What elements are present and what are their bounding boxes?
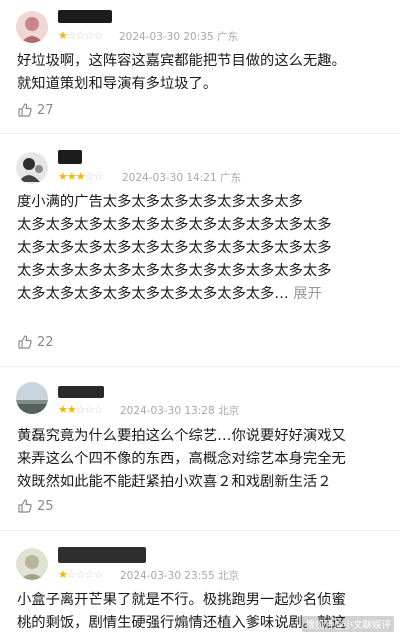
review-text: 黄磊究竟为什么要拍这么个综艺…你说要好好演戏又 来弄这么个四不像的东西，高概念对… (17, 425, 385, 494)
star-empty-icon: ☆ (66, 29, 77, 42)
star-rating: ★★☆☆☆ (58, 403, 104, 416)
review-date: 2024-03-30 14:21 (122, 172, 217, 184)
star-filled-icon: ★ (58, 403, 68, 416)
star-empty-icon: ☆ (93, 29, 104, 42)
avatar[interactable] (16, 152, 48, 184)
review-line: 太多太多太多太多太多太多太多太多太多太多太多 (17, 240, 332, 256)
star-empty-icon: ☆ (75, 403, 86, 416)
review-date: 2024-03-30 23:55 (120, 570, 215, 582)
expand-link[interactable]: 展开 (293, 286, 322, 302)
star-empty-icon: ☆ (84, 29, 95, 42)
star-empty-icon: ☆ (75, 568, 86, 581)
review-text: 好垃圾啊，这阵容这嘉宾都能把节目做的这么无趣。 就知道策划和导演有多垃圾了。 (17, 50, 385, 96)
review-meta: 2024-03-30 23:55 北京 (120, 570, 239, 582)
review-location: 北京 (217, 405, 239, 417)
review-location: 广东 (219, 172, 241, 184)
review-line: 好垃圾啊，这阵容这嘉宾都能把节目做的这么无趣。 (17, 53, 346, 69)
like-count: 27 (37, 102, 54, 118)
divider (0, 530, 400, 531)
star-empty-icon: ☆ (66, 568, 77, 581)
review-line: 就知道策划和导演有多垃圾了。 (17, 76, 218, 92)
avatar-image (16, 11, 48, 43)
review-date: 2024-03-30 20:35 (119, 31, 214, 43)
like-button[interactable]: 27 (17, 101, 54, 119)
watermark: 搜狐号@小文聊娱评 (302, 616, 394, 632)
star-rating-value: ★☆☆☆☆ (58, 568, 104, 581)
star-empty-icon: ☆ (84, 568, 95, 581)
review-line: 效既然如此能不能赶紧拍小欢喜２和戏剧新生活２ (17, 474, 332, 490)
thumbs-up-icon (18, 103, 32, 117)
star-filled-icon: ★ (58, 568, 68, 581)
review-date: 2024-03-30 13:28 (120, 405, 215, 417)
username-redacted (58, 10, 112, 23)
star-rating: ★★★☆☆ (58, 170, 104, 183)
like-button[interactable]: 25 (17, 497, 54, 515)
divider (0, 366, 400, 367)
review-line: 黄磊究竟为什么要拍这么个综艺…你说要好好演戏又 (17, 428, 346, 444)
avatar-image (16, 152, 48, 184)
star-rating: ★☆☆☆☆ (58, 29, 104, 42)
star-empty-icon: ☆ (93, 568, 104, 581)
star-empty-icon: ☆ (75, 29, 86, 42)
review-meta: 2024-03-30 13:28 北京 (120, 405, 239, 417)
star-empty-icon: ☆ (93, 170, 104, 183)
thumbs-up-icon (18, 499, 32, 513)
username-redacted (58, 150, 82, 164)
avatar-image (16, 548, 48, 580)
review-meta: 2024-03-30 20:35 广东 (119, 31, 238, 43)
star-filled-icon: ★ (75, 170, 86, 183)
review-location: 广东 (216, 31, 238, 43)
star-rating-value: ★☆☆☆☆ (58, 29, 104, 42)
star-filled-icon: ★ (66, 403, 77, 416)
like-count: 22 (37, 334, 54, 350)
review-meta: 2024-03-30 14:21 广东 (122, 172, 241, 184)
review-line: 小盒子离开芒果了就是不行。极挑跑男一起炒名侦蜜 (17, 592, 346, 608)
star-rating-value: ★★☆☆☆ (58, 403, 104, 416)
star-filled-icon: ★ (58, 170, 68, 183)
thumbs-up-icon (18, 335, 32, 349)
star-filled-icon: ★ (66, 170, 77, 183)
username-redacted (58, 547, 146, 563)
avatar[interactable] (16, 548, 48, 580)
avatar[interactable] (16, 11, 48, 43)
review-line: 度小满的广告太多太多太多太多太多太多太多 (17, 194, 303, 210)
star-rating: ★☆☆☆☆ (58, 568, 104, 581)
avatar-image (16, 382, 48, 414)
username-redacted (58, 386, 104, 398)
star-empty-icon: ☆ (93, 403, 104, 416)
star-empty-icon: ☆ (84, 403, 95, 416)
review-line: 太多太多太多太多太多太多太多太多太多太多太多 (17, 263, 332, 279)
like-button[interactable]: 22 (17, 333, 54, 351)
like-count: 25 (37, 498, 54, 514)
review-line: 来弄这么个四不像的东西，高概念对综艺本身完全无 (17, 451, 346, 467)
review-location: 北京 (217, 570, 239, 582)
star-empty-icon: ☆ (84, 170, 95, 183)
review-line: 太多太多太多太多太多太多太多太多太多太多太多 (17, 217, 332, 233)
star-filled-icon: ★ (58, 29, 68, 42)
avatar[interactable] (16, 382, 48, 414)
divider (0, 133, 400, 134)
review-line: 桃的剩饭，剧情生硬强行煽情还植入爹味说剧。就这 (17, 615, 346, 631)
star-rating-value: ★★★☆☆ (58, 170, 104, 183)
review-line: 太多太多太多太多太多太多太多太多太多… (17, 286, 289, 302)
review-text: 度小满的广告太多太多太多太多太多太多太多 太多太多太多太多太多太多太多太多太多太… (17, 191, 385, 306)
